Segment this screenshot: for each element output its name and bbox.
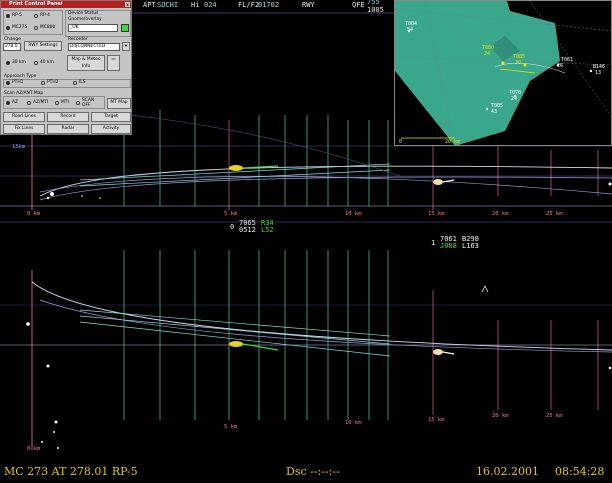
hi-value: 024 bbox=[204, 1, 217, 9]
ils-label: ILS bbox=[79, 80, 86, 85]
upper-range-25: 25 km bbox=[546, 211, 563, 217]
status-radar-info: MC 273 AT 278.01 RP-5 bbox=[4, 465, 138, 478]
radio-az[interactable] bbox=[6, 101, 10, 105]
radio-mc275[interactable] bbox=[6, 26, 10, 30]
alt-scale-label: 15km bbox=[12, 144, 26, 150]
upper-range-5: 5 km bbox=[224, 211, 238, 217]
inset-label-3: 24 bbox=[484, 51, 491, 57]
radio-scan-off[interactable] bbox=[76, 101, 80, 105]
mt-map-button[interactable]: MT Map bbox=[107, 98, 131, 109]
qfe-label: QFE bbox=[352, 1, 365, 9]
radio-mc800[interactable] bbox=[34, 26, 38, 30]
lower-range-15: 15 km bbox=[428, 417, 445, 423]
upper-range-20: 20 km bbox=[492, 211, 509, 217]
panel-titlebar[interactable]: Print Control Panel x bbox=[1, 1, 131, 8]
inset-plan-map[interactable]: T004 54 T080 24 T085 30 T061 26 B146 13 … bbox=[394, 0, 612, 146]
record-button[interactable]: Record bbox=[47, 112, 89, 122]
status-dsc: Dsc --:--:-- bbox=[286, 465, 340, 478]
target-button[interactable]: Target bbox=[91, 112, 131, 122]
inset-label-11: 24 bbox=[511, 96, 518, 102]
status-field: _OK bbox=[68, 24, 118, 32]
tag-right-speed: J088 bbox=[440, 242, 457, 250]
change-label: Change bbox=[4, 37, 21, 42]
inset-label-7: 26 bbox=[557, 63, 564, 69]
fix-lines-button[interactable]: Fix Lines bbox=[3, 124, 45, 134]
radio-mc800-label: MC800 bbox=[40, 25, 56, 30]
status-time: 08:54:28 bbox=[555, 465, 605, 478]
radio-mti[interactable] bbox=[55, 101, 59, 105]
radio-rp5-label: RP-5 bbox=[12, 13, 22, 18]
range-30-label: 30 km bbox=[12, 60, 26, 65]
upper-range-15: 15 km bbox=[428, 211, 445, 217]
fl-value: 01702 bbox=[258, 1, 280, 9]
inset-scale-end: 20 km bbox=[445, 139, 461, 145]
inset-label-1: 54 bbox=[407, 27, 414, 33]
page-icon[interactable]: ▭ bbox=[107, 55, 120, 71]
gnome-label: Gnome/overlay bbox=[68, 17, 102, 22]
print-control-panel[interactable]: Print Control Panel x RP-5 RP-4 MC275 MC… bbox=[0, 0, 132, 135]
lower-range-0: 0 km bbox=[27, 446, 41, 452]
lower-range-20: 20 km bbox=[492, 413, 509, 419]
road-lines-button[interactable]: Road Lines bbox=[3, 112, 45, 122]
radio-rp5[interactable] bbox=[6, 14, 10, 18]
radio-pth2[interactable] bbox=[41, 81, 45, 85]
rwy-label: RWY bbox=[302, 1, 315, 9]
activity-button[interactable]: Activity bbox=[91, 124, 131, 134]
radio-mc275-label: MC275 bbox=[12, 25, 28, 30]
close-icon[interactable]: x bbox=[125, 2, 130, 7]
recorder-dropdown-button[interactable]: ▾ bbox=[122, 42, 130, 51]
range-40-label: 40 km bbox=[40, 60, 54, 65]
lower-track-2 bbox=[433, 349, 455, 355]
lower-track-1 bbox=[229, 341, 279, 351]
fl-label: FL/F2 bbox=[238, 1, 260, 9]
radar-button[interactable]: Radar bbox=[47, 124, 89, 134]
inset-map-graphics bbox=[395, 1, 611, 145]
recorder-label: Recorder bbox=[68, 37, 88, 42]
inset-label-9: 13 bbox=[595, 70, 602, 76]
radio-rp4-label: RP-4 bbox=[40, 13, 50, 18]
radio-pth1[interactable] bbox=[6, 81, 10, 85]
tag-left-speed: 0512 bbox=[239, 226, 256, 234]
radio-ils[interactable] bbox=[73, 81, 77, 85]
radio-rp4[interactable] bbox=[34, 14, 38, 18]
tag-right-dev: L163 bbox=[462, 242, 479, 250]
qfe-value-2: 1005 bbox=[367, 6, 384, 14]
upper-range-0: 0 km bbox=[27, 211, 41, 217]
recorder-field: DISCONNECTED bbox=[68, 43, 120, 51]
tag-right-index: 1 bbox=[431, 239, 436, 247]
lower-scope-grid bbox=[0, 250, 612, 450]
inset-label-5: 30 bbox=[515, 60, 522, 66]
panel-title: Print Control Panel bbox=[9, 1, 63, 7]
upper-range-10: 10 km bbox=[345, 211, 362, 217]
rwy-settings-button[interactable]: RWY Settings bbox=[24, 41, 62, 51]
radar-scope: APT SOCHI Hi 024 FL/F2 01702 RWY QFE 755… bbox=[0, 0, 612, 483]
map-meteo-button[interactable]: Map & Meteo Info bbox=[67, 55, 105, 71]
status-date: 16.02.2001 bbox=[476, 465, 539, 478]
inset-scale-start: 0 bbox=[399, 139, 403, 145]
change-field[interactable]: 278.0 bbox=[3, 43, 21, 51]
radio-range-40[interactable] bbox=[34, 61, 38, 65]
hi-label: Hi bbox=[191, 1, 200, 9]
mti-label: MTI bbox=[61, 100, 69, 105]
azmti-label: AZ/MTI bbox=[33, 100, 49, 105]
pth2-label: PTH2 bbox=[47, 80, 59, 85]
apt-label: APT bbox=[143, 1, 156, 9]
lower-range-25: 25 km bbox=[546, 413, 563, 419]
inset-label-13: 43 bbox=[491, 109, 498, 115]
radio-range-30[interactable] bbox=[6, 61, 10, 65]
scan-off-label: SCAN OFF bbox=[82, 98, 95, 108]
tag-left-index: 0 bbox=[230, 223, 235, 231]
status-bar: MC 273 AT 278.01 RP-5 Dsc --:--:-- 16.02… bbox=[0, 460, 612, 483]
radio-azmti[interactable] bbox=[27, 101, 31, 105]
lower-range-5: 5 km bbox=[224, 424, 238, 430]
apt-value: SOCHI bbox=[157, 1, 179, 9]
az-label: AZ bbox=[12, 100, 19, 105]
status-ok-indicator bbox=[121, 24, 129, 32]
device-status-label: Device Status bbox=[68, 11, 99, 16]
pth1-label: PTH1 bbox=[12, 80, 24, 85]
lower-range-10: 10 km bbox=[345, 420, 362, 426]
tag-left-dev: L52 bbox=[261, 226, 274, 234]
